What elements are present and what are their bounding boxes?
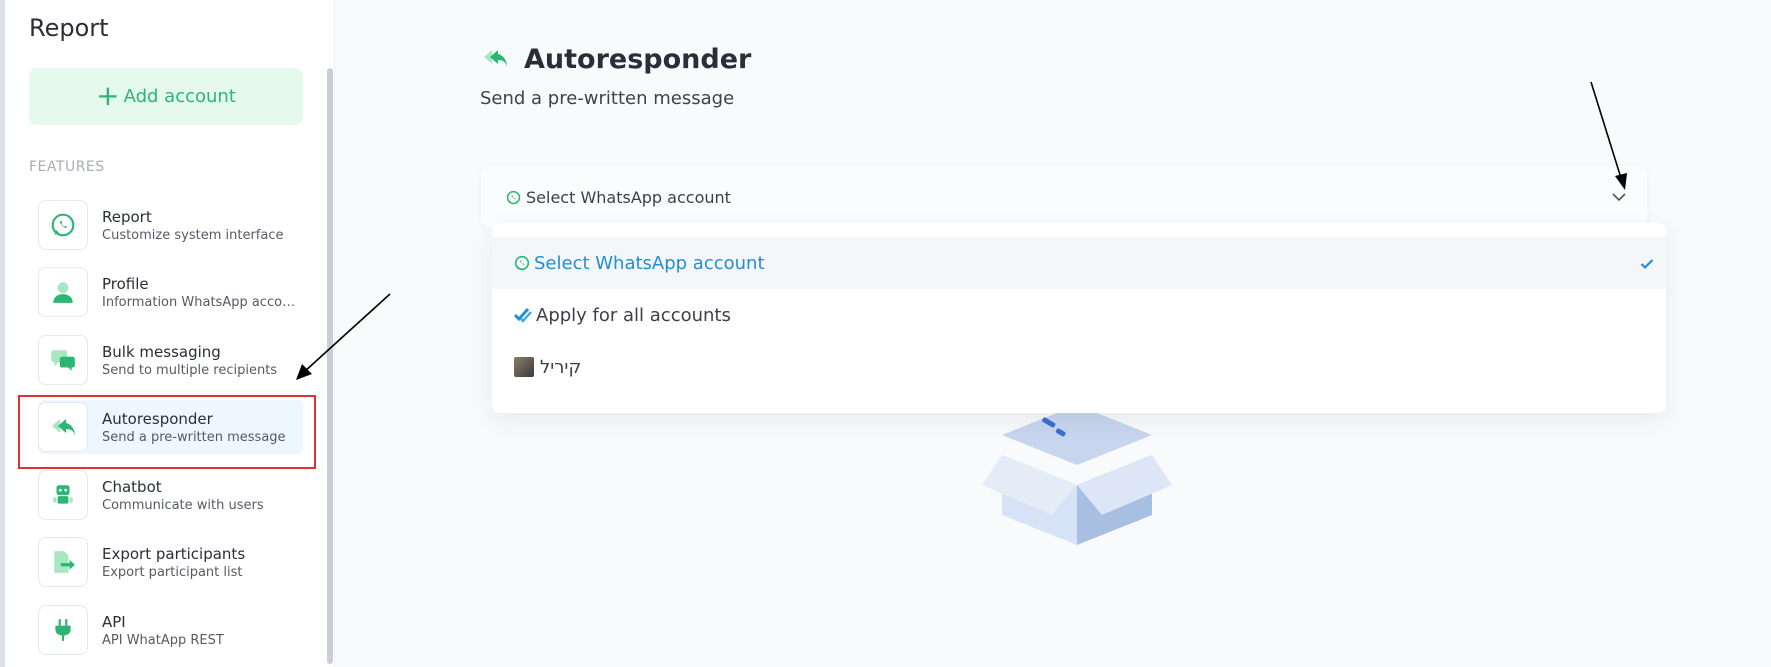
add-account-label: Add account [123,86,236,107]
sidebar: Report + Add account FEATURES Report Cus… [0,0,335,667]
file-export-icon [38,537,88,587]
account-dropdown-menu: Select WhatsApp account Apply for all ac… [492,223,1666,413]
sidebar-item-chatbot[interactable]: Chatbot Communicate with users [38,468,303,522]
select-value: Select WhatsApp account [526,187,731,207]
sidebar-item-title: API [102,612,126,631]
robot-icon [38,470,88,520]
reply-all-icon [479,46,511,74]
dropdown-option-label: Apply for all accounts [536,304,731,326]
sidebar-item-title: Chatbot [102,477,162,496]
empty-box-illustration [982,405,1172,549]
plus-icon: + [96,78,120,112]
sidebar-item-title: Profile [102,274,149,293]
sidebar-item-title: Report [102,207,152,226]
double-check-icon [514,307,532,323]
whatsapp-icon [38,200,88,250]
page-subtitle: Send a pre-written message [480,88,735,109]
dropdown-option-apply-all[interactable]: Apply for all accounts [492,289,1666,341]
sidebar-item-title: Bulk messaging [102,342,221,361]
dropdown-option-account[interactable]: קיריל [492,341,1666,393]
plug-icon [38,605,88,655]
annotation-arrow [1590,81,1627,190]
sidebar-item-report[interactable]: Report Customize system interface [38,198,303,252]
sidebar-item-api[interactable]: API API WhatApp REST [38,603,303,657]
whatsapp-icon [506,190,521,205]
annotation-arrow [296,293,391,380]
sidebar-item-subtitle: Customize system interface [102,227,284,243]
whatsapp-account-select[interactable]: Select WhatsApp account [481,166,1647,228]
whatsapp-icon [514,255,530,271]
sidebar-item-subtitle: Export participant list [102,564,243,580]
dropdown-option-select-account[interactable]: Select WhatsApp account [492,237,1666,289]
sidebar-item-title: Export participants [102,544,246,563]
dropdown-option-label: Select WhatsApp account [534,252,765,274]
chat-bubbles-icon [38,335,88,385]
sidebar-item-subtitle: API WhatApp REST [102,632,224,648]
sidebar-item-profile[interactable]: Profile Information WhatsApp account [38,265,303,319]
add-account-button[interactable]: + Add account [29,68,303,125]
features-section-label: FEATURES [29,159,105,175]
annotation-highlight-box [18,395,316,469]
checkmark-icon [1640,255,1654,274]
window-edge [0,0,5,667]
dropdown-option-label: קיריל [540,356,582,378]
sidebar-item-export-participants[interactable]: Export participants Export participant l… [38,535,303,589]
avatar [514,357,534,377]
sidebar-title: Report [29,14,109,42]
user-icon [38,267,88,317]
sidebar-item-subtitle: Communicate with users [102,497,264,513]
sidebar-item-subtitle: Send to multiple recipients [102,362,278,378]
sidebar-item-bulk-messaging[interactable]: Bulk messaging Send to multiple recipien… [38,333,303,387]
page-title: Autoresponder [524,44,752,75]
sidebar-item-subtitle: Information WhatsApp account [102,294,298,310]
